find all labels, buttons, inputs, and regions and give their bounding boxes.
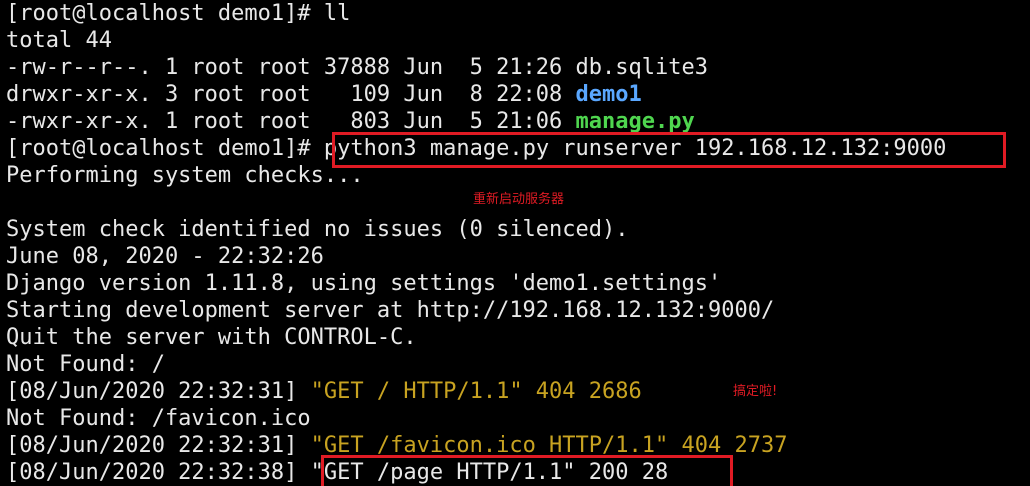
terminal-line: Starting development server at http://19… (6, 298, 775, 323)
terminal-line: Django version 1.11.8, using settings 'd… (6, 271, 722, 296)
executable-name: manage.py (575, 109, 695, 134)
terminal-line: June 08, 2020 - 22:32:26 (6, 244, 324, 269)
terminal-line: Quit the server with CONTROL-C. (6, 325, 417, 350)
terminal-line: -rwxr-xr-x. 1 root root 803 Jun 5 21:06 … (6, 108, 695, 135)
file-meta: drwxr-xr-x. 3 root root 109 Jun 8 22:08 (6, 82, 576, 107)
terminal-line: drwxr-xr-x. 3 root root 109 Jun 8 22:08 … (6, 81, 642, 108)
terminal-line: Performing system checks... (6, 163, 364, 188)
shell-prompt: [root@localhost demo1]# (6, 136, 324, 161)
response-highlight-box (321, 455, 733, 486)
request-log: "GET / HTTP/1.1" 404 2686 (310, 379, 642, 404)
done-annotation: 搞定啦! (733, 384, 778, 399)
file-meta: -rw-r--r--. 1 root root 37888 Jun 5 21:2… (6, 55, 576, 80)
command-highlight-box (332, 132, 1006, 168)
terminal-line: Not Found: / (6, 352, 165, 377)
terminal-line: Not Found: /favicon.ico (6, 406, 311, 431)
terminal-line: System check identified no issues (0 sil… (6, 217, 629, 242)
terminal-line: [root@localhost demo1]# ll (6, 0, 350, 27)
log-timestamp: [08/Jun/2020 22:32:38] (6, 460, 311, 485)
directory-name: demo1 (575, 82, 642, 107)
restart-annotation: 重新启动服务器 (473, 192, 565, 207)
terminal-line: total 44 (6, 28, 112, 53)
shell-prompt: [root@localhost demo1]# (6, 1, 324, 26)
log-timestamp: [08/Jun/2020 22:32:31] (6, 433, 311, 458)
file-name: db.sqlite3 (575, 55, 708, 80)
terminal-line: -rw-r--r--. 1 root root 37888 Jun 5 21:2… (6, 54, 708, 81)
terminal-line: [08/Jun/2020 22:32:31] "GET / HTTP/1.1" … (6, 378, 642, 405)
file-meta: -rwxr-xr-x. 1 root root 803 Jun 5 21:06 (6, 109, 576, 134)
terminal-window[interactable]: [root@localhost demo1]# ll total 44 -rw-… (0, 0, 1030, 486)
command-text: ll (323, 1, 351, 26)
log-timestamp: [08/Jun/2020 22:32:31] (6, 379, 311, 404)
